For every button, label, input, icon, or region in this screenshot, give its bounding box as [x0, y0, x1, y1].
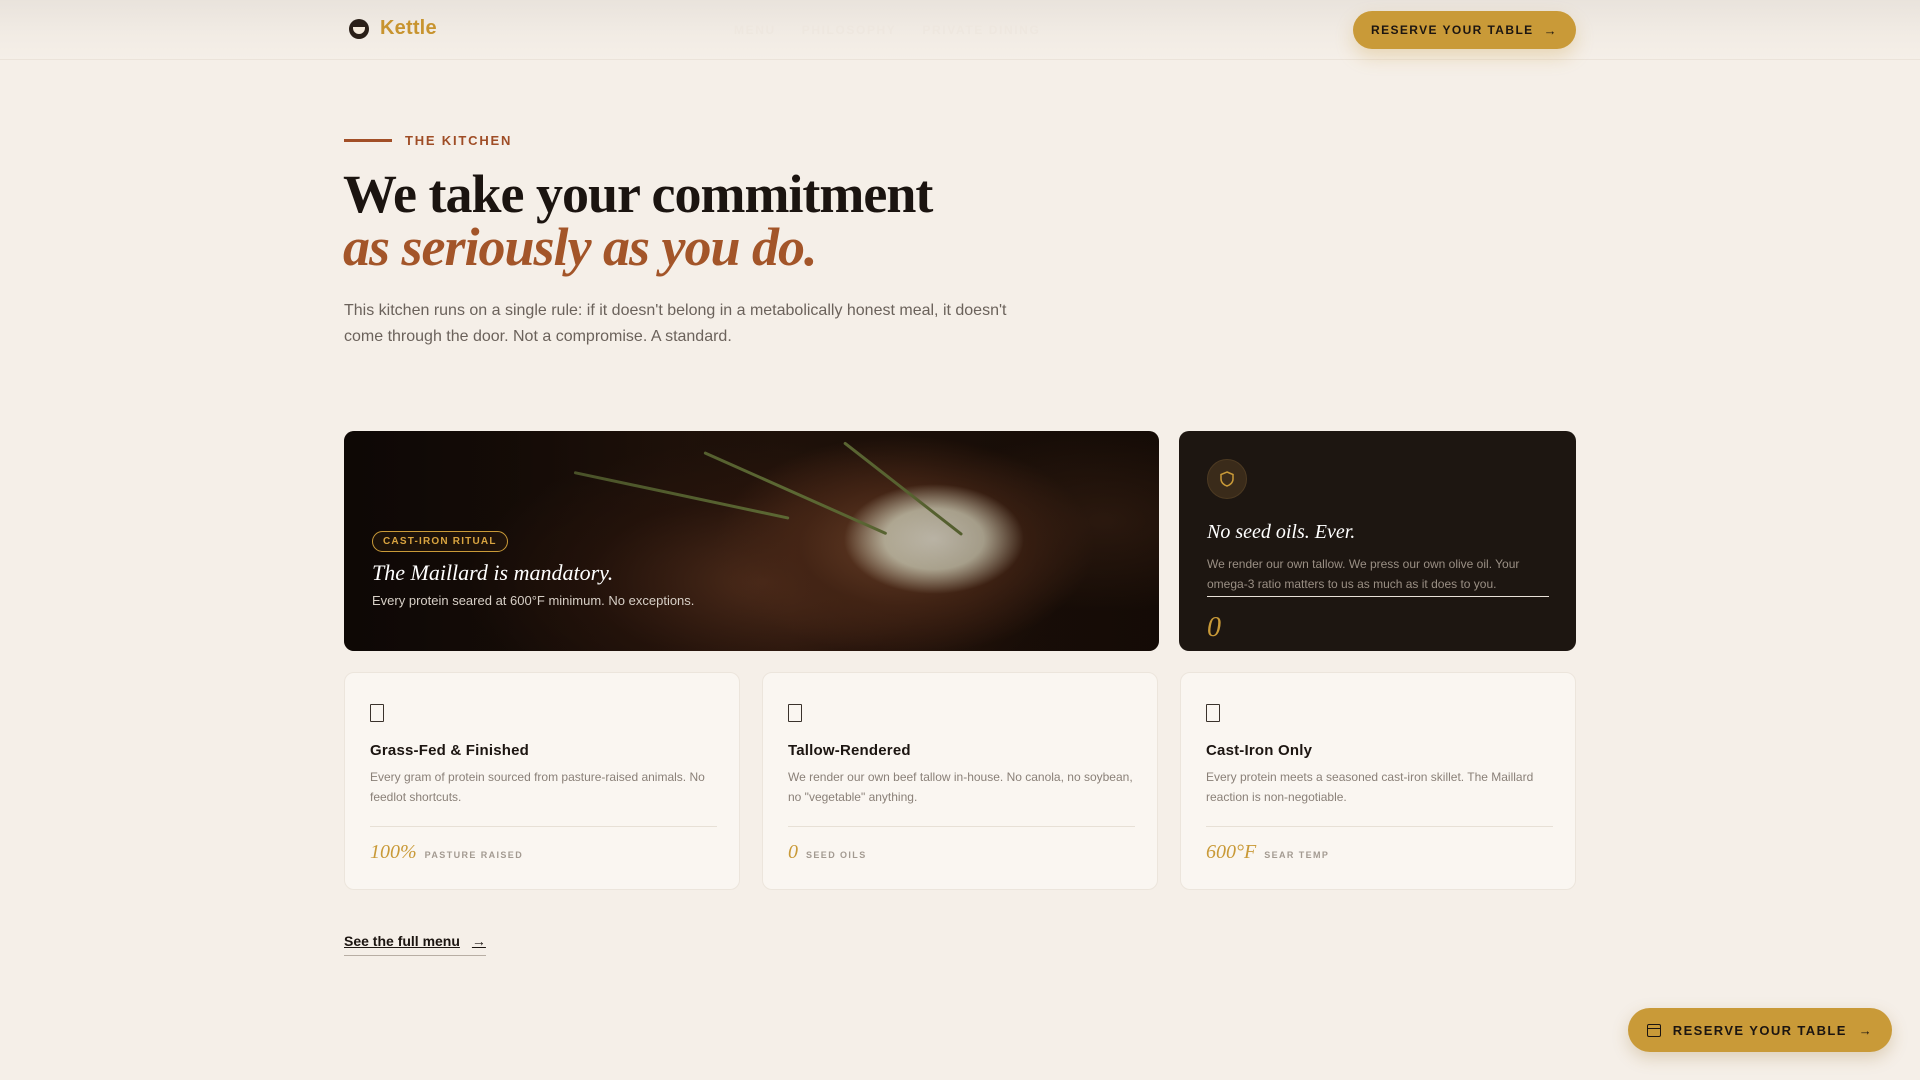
arrow-right-icon: → [471, 933, 486, 949]
hero-description: This kitchen runs on a single rule: if i… [344, 302, 1007, 345]
feature-tag-badge: CAST-IRON RITUAL [372, 531, 508, 552]
feature-card-title: Cast-Iron Only [1206, 742, 1313, 759]
feature-card-caption: CAST-IRON RITUAL The Maillard is mandato… [372, 531, 694, 608]
feature-card-stat: 600°F SEAR TEMP [1206, 841, 1329, 864]
document-icon [788, 704, 802, 722]
section-eyebrow: THE KITCHEN [344, 133, 512, 148]
feature-card-subtitle: Every protein seared at 600°F minimum. N… [372, 593, 695, 608]
feature-card-cast-iron: Cast-Iron Only Every protein meets a sea… [1180, 672, 1576, 890]
feature-card-divider [788, 826, 1135, 827]
stat-value: 600°F [1206, 841, 1257, 863]
stat-label: SEAR TEMP [1264, 850, 1330, 860]
floating-reserve-label: RESERVE YOUR TABLE [1672, 1022, 1847, 1038]
main-nav: MENU PHILOSOPHY PRIVATE DINING [734, 23, 1040, 37]
nav-item-philosophy[interactable]: PHILOSOPHY [802, 23, 897, 37]
maillard-feature-card: CAST-IRON RITUAL The Maillard is mandato… [344, 431, 1159, 651]
nav-item-private-dining[interactable]: PRIVATE DINING [922, 23, 1040, 37]
arrow-right-icon: → [1858, 1022, 1874, 1038]
reserve-table-button[interactable]: RESERVE YOUR TABLE → [1353, 11, 1576, 49]
reserve-table-label: RESERVE YOUR TABLE [1371, 23, 1534, 37]
nav-item-menu[interactable]: MENU [734, 23, 776, 37]
feature-card-stat: 0 SEED OILS [788, 841, 867, 864]
eyebrow-rule [344, 139, 392, 142]
rosemary-sprig-decoration [703, 451, 888, 536]
feature-card-body: Every protein meets a seasoned cast-iron… [1206, 770, 1534, 804]
feature-card-grass-fed: Grass-Fed & Finished Every gram of prote… [344, 672, 740, 890]
seed-oil-stat: 0 [1207, 612, 1221, 643]
stat-value: 100% [370, 841, 417, 863]
kettle-logo-icon [349, 18, 369, 39]
stat-value: 0 [788, 841, 798, 863]
menu-link-label: See the full menu [344, 933, 460, 949]
stat-label: SEED OILS [806, 850, 867, 860]
brand-name: Kettle [380, 17, 437, 39]
floating-reserve-button[interactable]: RESERVE YOUR TABLE → [1628, 1008, 1892, 1052]
feature-card-divider [1206, 826, 1553, 827]
feature-card-divider [370, 826, 717, 827]
calendar-icon [1646, 1023, 1661, 1037]
brand-logo[interactable]: Kettle [349, 17, 437, 40]
arrow-right-icon: → [1543, 22, 1558, 38]
feature-card-tallow: Tallow-Rendered We render our own beef t… [762, 672, 1158, 890]
feature-card-title: Tallow-Rendered [788, 742, 911, 759]
rosemary-sprig-decoration [843, 441, 964, 537]
page-title: We take your commitment as seriously as … [343, 167, 1143, 277]
seed-oil-title: No seed oils. Ever. [1207, 521, 1356, 543]
site-header: Kettle MENU PHILOSOPHY PRIVATE DINING RE… [0, 0, 1920, 60]
rosemary-sprig-decoration [573, 471, 790, 520]
seed-oil-card: No seed oils. Ever. We render our own ta… [1179, 431, 1576, 651]
feature-card-title: Grass-Fed & Finished [370, 742, 530, 759]
feature-card-body: Every gram of protein sourced from pastu… [370, 770, 705, 804]
seed-oil-body: We render our own tallow. We press our o… [1207, 554, 1549, 597]
stat-label: PASTURE RAISED [424, 850, 524, 860]
see-full-menu-link[interactable]: See the full menu → [344, 933, 486, 956]
headline-line-2: as seriously as you do. [343, 217, 818, 277]
shield-icon [1207, 459, 1247, 499]
document-icon [1206, 704, 1220, 722]
document-icon [370, 704, 384, 722]
headline-line-1: We take your commitment [343, 164, 933, 224]
feature-card-title: The Maillard is mandatory. [372, 560, 614, 585]
feature-card-body: We render our own beef tallow in-house. … [788, 770, 1133, 804]
eyebrow-text: THE KITCHEN [405, 133, 513, 148]
feature-card-stat: 100% PASTURE RAISED [370, 841, 523, 864]
